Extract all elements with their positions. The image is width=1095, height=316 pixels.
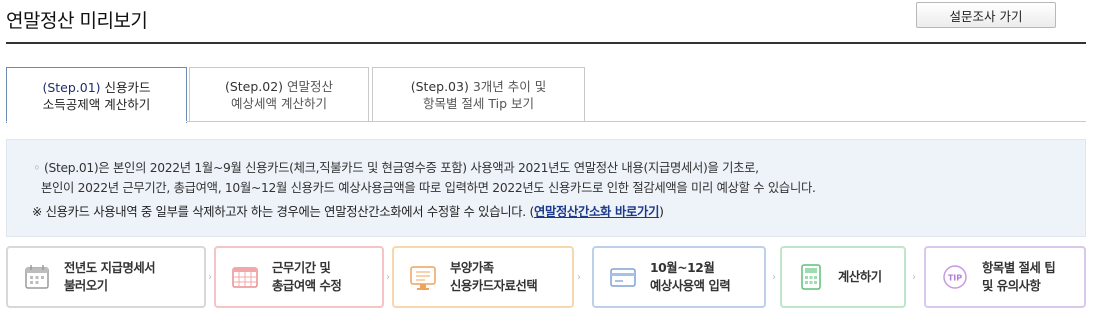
info-line-2: 본인이 2022년 근무기간, 총급여액, 10월~12월 신용카드 예상사용금… xyxy=(41,181,816,195)
survey-button[interactable]: 설문조사 가기 xyxy=(916,2,1056,28)
step-tax-tips[interactable]: TIP 항목별 절세 팁및 유의사항 xyxy=(924,246,1086,308)
chevron-right-icon: › xyxy=(772,272,776,283)
tab-step-01[interactable]: (Step.01) 신용카드 소득공제액 계산하기 xyxy=(6,67,187,123)
bullet-icon: ◦ xyxy=(33,161,40,175)
tip-icon: TIP xyxy=(943,265,967,289)
tab-step-02[interactable]: (Step.02) 연말정산 예상세액 계산하기 xyxy=(189,67,369,122)
info-note: ※ 신용카드 사용내역 중 일부를 삭제하고자 하는 경우에는 연말정산간소화에… xyxy=(32,205,664,219)
step-calculate[interactable]: 계산하기 xyxy=(780,246,906,308)
tab-step-label: (Step.02) xyxy=(224,79,284,94)
tab-step-03[interactable]: (Step.03) 3개년 추이 및 항목별 절세 Tip 보기 xyxy=(372,67,585,122)
monitor-icon xyxy=(410,266,436,290)
tab-subtitle: 항목별 절세 Tip 보기 xyxy=(422,96,535,111)
step-select-card-data[interactable]: 부양가족 신용카드자료선택 xyxy=(392,246,574,308)
chevron-right-icon: › xyxy=(577,272,581,283)
title-divider xyxy=(6,42,1086,44)
tab-step-label: (Step.01) xyxy=(42,79,101,95)
info-line-1: ◦ (Step.01)은 본인의 2022년 1월~9월 신용카드(체크,직불카드… xyxy=(33,161,759,175)
tab-step-label: (Step.03) xyxy=(410,79,469,94)
credit-card-icon xyxy=(610,268,636,287)
calculator-icon xyxy=(801,264,821,290)
tab-subtitle: 예상세액 계산하기 xyxy=(231,96,327,111)
step-enter-expected-usage[interactable]: 10월~12월 예상사용액 입력 xyxy=(592,246,766,308)
simplified-service-link[interactable]: 연말정산간소화 바로가기 xyxy=(534,205,659,219)
tab-title: 3개년 추이 및 xyxy=(472,79,547,94)
info-box: ◦ (Step.01)은 본인의 2022년 1월~9월 신용카드(체크,직불카드… xyxy=(6,139,1086,237)
calendar-grid-icon xyxy=(232,267,258,288)
process-steps: 전년도 지급명세서 불러오기 › 근무기간 및 총급여액 수정 › 부양가족 신용카드… xyxy=(6,246,1086,308)
tab-title: 연말정산 xyxy=(287,79,334,94)
chevron-right-icon: › xyxy=(912,272,916,283)
tab-subtitle: 소득공제액 계산하기 xyxy=(42,96,151,112)
page-title: 연말정산 미리보기 xyxy=(6,10,148,32)
tab-title: 신용카드 xyxy=(104,79,151,95)
svg-text:TIP: TIP xyxy=(948,274,962,283)
step-edit-period[interactable]: 근무기간 및 총급여액 수정 xyxy=(214,246,384,308)
step-load-statement[interactable]: 전년도 지급명세서 불러오기 xyxy=(6,246,206,308)
calendar-icon xyxy=(25,265,49,289)
chevron-right-icon: › xyxy=(386,272,390,283)
chevron-right-icon: › xyxy=(208,272,212,283)
